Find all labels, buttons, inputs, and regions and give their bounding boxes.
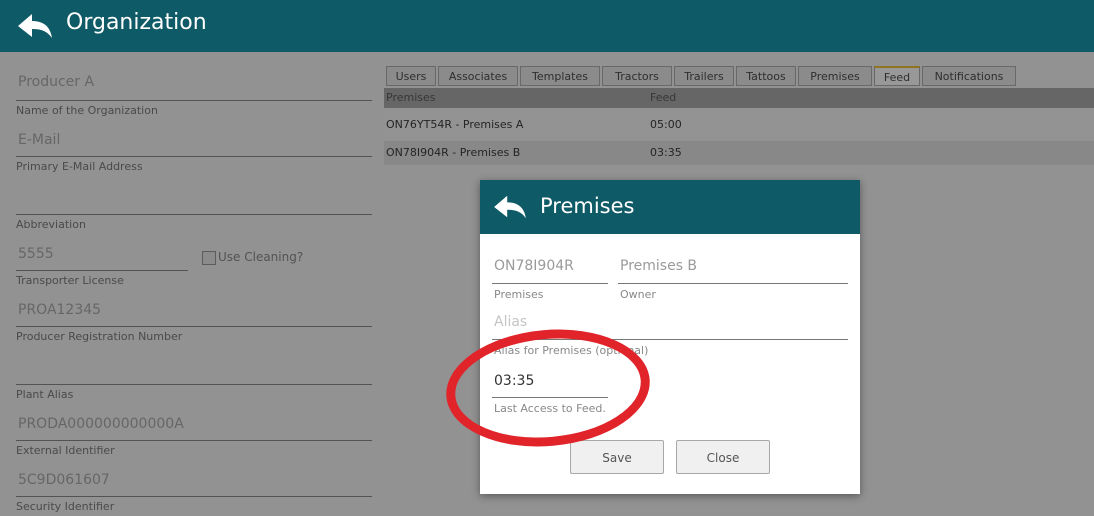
dialog-header: Premises — [480, 180, 860, 234]
close-button[interactable]: Close — [676, 440, 770, 474]
dialog-title: Premises — [540, 194, 635, 218]
back-arrow-icon[interactable] — [492, 193, 528, 221]
premises-id-field[interactable]: ON78I904R — [494, 258, 574, 274]
premises-label: Premises — [494, 288, 544, 301]
app-header: Organization — [0, 0, 1094, 52]
back-arrow-icon[interactable] — [16, 11, 54, 41]
owner-label: Owner — [620, 288, 656, 301]
owner-field[interactable]: Premises B — [620, 258, 697, 274]
alias-input[interactable]: Alias — [494, 314, 527, 330]
save-button[interactable]: Save — [570, 440, 664, 474]
page-title: Organization — [66, 10, 207, 35]
